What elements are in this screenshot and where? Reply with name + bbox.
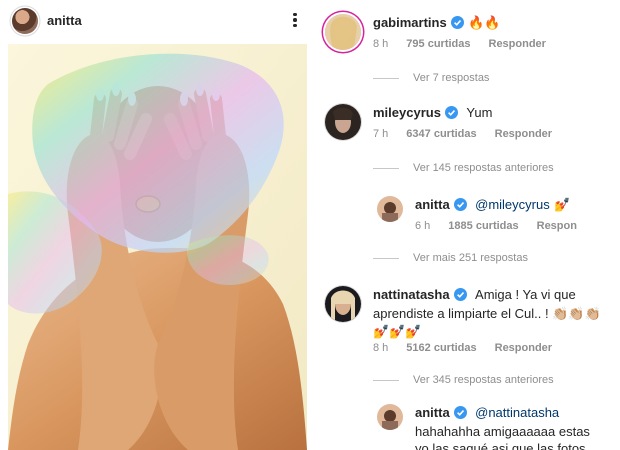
comment-meta: 8 h 795 curtidas Responder — [373, 38, 546, 50]
comment-meta: 8 h 5162 curtidas Responder — [373, 342, 552, 354]
avatar-photo-icon — [377, 404, 403, 430]
avatar-photo-icon — [325, 286, 361, 322]
comment-time: 7 h — [373, 128, 389, 140]
view-replies-link[interactable]: Ver 7 respostas — [373, 72, 489, 84]
reply-button[interactable]: Responder — [495, 342, 552, 354]
avatar-photo-icon — [325, 104, 361, 140]
commenter-avatar[interactable] — [325, 104, 361, 140]
view-replies-label: Ver 145 respostas anteriores — [413, 162, 554, 174]
comment-line: nattinatasha Amiga ! Ya vi que — [373, 286, 618, 304]
comment-time: 8 h — [373, 38, 389, 50]
comment-line: gabimartins 🔥🔥 — [373, 14, 501, 32]
comment-line: anitta @nattinatasha — [415, 404, 618, 422]
view-replies-link[interactable]: Ver mais 251 respostas — [373, 252, 528, 264]
comment-text-line1: Amiga ! Ya vi que — [475, 287, 576, 302]
post-author-username[interactable]: anitta — [47, 13, 82, 28]
verified-badge-icon — [453, 406, 467, 419]
comment-username[interactable]: anitta — [415, 405, 450, 420]
comment-text-line2: aprendiste a limpiarte el Cul.. ! 👏🏼👏🏼👏🏼 — [373, 306, 601, 321]
comment-meta: 6 h 1885 curtidas Respon — [415, 220, 577, 232]
reply-button[interactable]: Responder — [489, 38, 546, 50]
comment-likes[interactable]: 6347 curtidas — [406, 128, 476, 140]
comment-body: nattinatasha Amiga ! Ya vi que aprendist… — [373, 286, 618, 340]
view-replies-link[interactable]: Ver 345 respostas anteriores — [373, 374, 554, 386]
commenter-avatar[interactable] — [325, 14, 361, 50]
reply-button[interactable]: Respon — [537, 220, 577, 232]
comment-line: mileycyrus Yum — [373, 104, 492, 122]
commenter-avatar[interactable] — [377, 196, 403, 222]
comment-text: Yum — [466, 105, 493, 120]
post-panel: anitta — [0, 0, 307, 450]
post-header: anitta — [0, 0, 307, 42]
comment-username[interactable]: anitta — [415, 197, 450, 212]
comment-body: anitta @nattinatasha hahahahha amigaaaaa… — [415, 404, 618, 450]
comment-mention[interactable]: @mileycyrus — [475, 197, 550, 212]
comment-line: anitta @mileycyrus 💅 — [415, 196, 570, 214]
pane-divider — [307, 0, 315, 450]
comment-text: 💅 — [554, 197, 571, 212]
view-replies-label: Ver 7 respostas — [413, 72, 490, 84]
avatar-photo-icon — [325, 14, 361, 50]
comment-username[interactable]: nattinatasha — [373, 287, 450, 302]
comment-username[interactable]: gabimartins — [373, 15, 447, 30]
comment-time: 8 h — [373, 342, 389, 354]
more-options-icon[interactable] — [288, 11, 302, 31]
verified-badge-icon — [453, 198, 467, 211]
view-replies-label: Ver mais 251 respostas — [413, 252, 528, 264]
reply-button[interactable]: Responder — [495, 128, 552, 140]
comment-time: 6 h — [415, 220, 431, 232]
comment-username[interactable]: mileycyrus — [373, 105, 441, 120]
commenter-avatar[interactable] — [377, 404, 403, 430]
comment-likes[interactable]: 5162 curtidas — [406, 342, 476, 354]
comments-panel: gabimartins 🔥🔥 8 h 795 curtidas Responder … — [315, 0, 620, 450]
comment-text-line1: hahahahha amigaaaaaa estas — [415, 424, 590, 439]
post-photo[interactable] — [8, 44, 307, 450]
comment-text-line2: yo las saqué asi que las fotos — [415, 441, 586, 450]
comment-likes[interactable]: 795 curtidas — [406, 38, 470, 50]
comment-text-line3: 💅💅💅 — [373, 324, 422, 339]
comment-text: 🔥🔥 — [468, 15, 501, 30]
avatar-photo-icon — [377, 196, 403, 222]
comment-mention[interactable]: @nattinatasha — [475, 405, 559, 420]
comment-meta: 7 h 6347 curtidas Responder — [373, 128, 552, 140]
post-photo-graphic — [8, 44, 307, 450]
post-author-avatar[interactable] — [12, 8, 38, 34]
commenter-avatar[interactable] — [325, 286, 361, 322]
verified-badge-icon — [453, 288, 467, 301]
verified-badge-icon — [450, 16, 464, 29]
comment-likes[interactable]: 1885 curtidas — [448, 220, 518, 232]
view-replies-link[interactable]: Ver 145 respostas anteriores — [373, 162, 554, 174]
verified-badge-icon — [444, 106, 458, 119]
view-replies-label: Ver 345 respostas anteriores — [413, 374, 554, 386]
